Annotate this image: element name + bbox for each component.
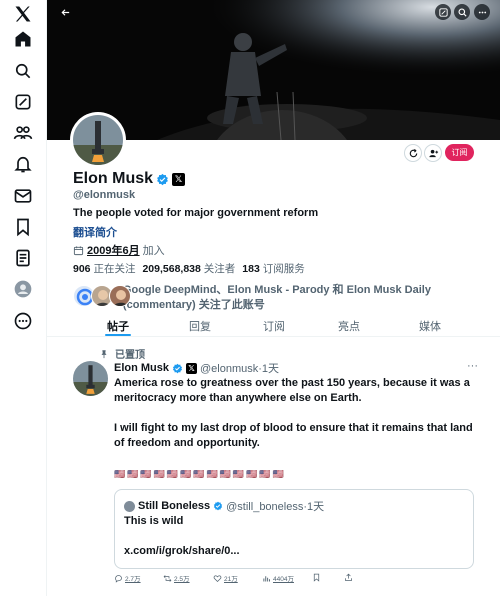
reply-icon <box>115 574 122 583</box>
translate-bio-link[interactable]: 翻译简介 <box>73 224 117 240</box>
follow-notify-button[interactable] <box>424 144 442 162</box>
lists-icon[interactable] <box>12 247 34 269</box>
views-icon <box>263 575 270 581</box>
x-affiliate-badge-icon[interactable]: 𝕏 <box>172 172 186 186</box>
bookmark-button[interactable] <box>312 573 321 582</box>
reply-button[interactable]: 2.7万 <box>114 573 141 583</box>
profile-icon[interactable] <box>12 278 34 300</box>
post-author-avatar[interactable] <box>73 361 108 396</box>
refresh-icon <box>409 148 417 157</box>
follower-avatars <box>73 283 131 311</box>
verified-badge-icon <box>172 363 183 373</box>
profile-tabs: 帖子 回复 订阅 亮点 媒体 <box>47 315 500 337</box>
subscriptions-stat[interactable]: 183 订阅服务 <box>242 261 304 276</box>
following-count: 906 <box>73 263 91 275</box>
post-handle-time[interactable]: @elonmusk·1天 <box>200 360 279 376</box>
left-nav <box>0 0 47 596</box>
more-button[interactable] <box>474 4 490 20</box>
views-count: 4404万 <box>273 576 294 583</box>
followed-by-text: Google DeepMind、Elon Musk - Parody 和 Elo… <box>122 284 431 311</box>
grok-button[interactable] <box>435 4 451 20</box>
profile-avatar[interactable] <box>70 112 126 168</box>
quoted-link[interactable]: x.com/i/grok/share/0... <box>124 545 240 557</box>
post-flags: 🇺🇸🇺🇸🇺🇸🇺🇸🇺🇸🇺🇸🇺🇸🇺🇸🇺🇸🇺🇸🇺🇸🇺🇸🇺🇸 <box>114 469 286 479</box>
profile-bio: The people voted for major government re… <box>73 207 319 219</box>
pinned-indicator: 已置顶 <box>99 346 145 361</box>
active-tab-indicator <box>105 334 131 336</box>
quoted-post[interactable]: Still Boneless @still_boneless·1天 This i… <box>114 489 474 569</box>
quoted-author-name: Still Boneless <box>138 500 211 512</box>
display-name: Elon Musk <box>73 170 154 187</box>
more-circle-icon[interactable] <box>12 310 34 332</box>
repost-count: 2.5万 <box>174 576 190 583</box>
grok-icon <box>438 7 448 17</box>
tab-posts[interactable]: 帖子 <box>105 318 131 334</box>
more-icon <box>478 11 486 13</box>
following-label: 正在关注 <box>93 263 136 275</box>
like-count: 21万 <box>224 576 238 583</box>
communities-icon[interactable] <box>12 122 34 144</box>
profile-column: 订阅 Elon Musk 𝕏 @elonmusk The people vote… <box>47 0 500 596</box>
share-icon <box>345 573 352 581</box>
heart-icon <box>213 574 222 582</box>
post-more-button[interactable]: ··· <box>467 360 478 372</box>
back-button[interactable] <box>57 4 73 20</box>
share-button[interactable] <box>344 573 353 582</box>
x-affiliate-badge-icon: 𝕏 <box>186 362 198 374</box>
repost-icon <box>163 574 172 582</box>
grok-icon[interactable] <box>12 91 34 113</box>
tab-subscriptions[interactable]: 订阅 <box>261 318 287 334</box>
profile-handle: @elonmusk <box>73 189 136 201</box>
pin-icon <box>101 349 107 358</box>
post-paragraph: America rose to greatness over the past … <box>114 377 470 404</box>
post-header: Elon Musk 𝕏 @elonmusk·1天 <box>114 360 279 376</box>
post-paragraph: I will fight to my last drop of blood to… <box>114 422 473 449</box>
tab-highlights[interactable]: 亮点 <box>336 318 362 334</box>
verified-badge-icon <box>213 501 223 511</box>
search-icon <box>457 7 467 17</box>
like-button[interactable]: 21万 <box>213 573 238 583</box>
followers-stat[interactable]: 209,568,838 关注者 <box>142 261 235 276</box>
followers-label: 关注者 <box>203 263 236 275</box>
followed-by[interactable]: Google DeepMind、Elon Musk - Parody 和 Elo… <box>73 283 473 313</box>
pinned-label: 已置顶 <box>115 350 145 361</box>
messages-icon[interactable] <box>12 185 34 207</box>
tab-media[interactable]: 媒体 <box>417 318 443 334</box>
quoted-post-header: Still Boneless @still_boneless·1天 <box>124 498 324 514</box>
joined-date: 2009年6月 加入 <box>73 242 165 258</box>
person-add-icon <box>428 149 438 157</box>
verified-badge-icon[interactable] <box>156 173 169 186</box>
joined-date-value: 2009年6月 <box>87 245 140 257</box>
joined-suffix: 加入 <box>142 245 165 257</box>
post-author-name[interactable]: Elon Musk <box>114 362 169 374</box>
subscriptions-count: 183 <box>242 263 260 275</box>
x-logo-icon[interactable] <box>12 3 34 25</box>
bookmark-icon <box>313 573 320 582</box>
calendar-icon <box>73 245 84 255</box>
tab-replies[interactable]: 回复 <box>187 318 213 334</box>
notifications-icon[interactable] <box>12 153 34 175</box>
search-button[interactable] <box>454 4 470 20</box>
bookmarks-icon[interactable] <box>12 216 34 238</box>
avatar-image <box>73 115 123 165</box>
back-arrow-icon <box>60 8 69 16</box>
home-icon[interactable] <box>12 28 34 50</box>
post-actions: 2.7万 2.5万 21万 4404万 <box>114 573 474 587</box>
profile-name: Elon Musk 𝕏 <box>73 170 186 188</box>
follower-avatar <box>109 285 131 307</box>
search-icon[interactable] <box>12 60 34 82</box>
views-button[interactable]: 4404万 <box>262 573 294 583</box>
repost-button[interactable]: 2.5万 <box>163 573 190 583</box>
post-text: America rose to greatness over the past … <box>114 376 474 466</box>
followers-count: 209,568,838 <box>142 263 201 275</box>
reply-count: 2.7万 <box>125 576 141 583</box>
quoted-handle-time: @still_boneless·1天 <box>226 501 325 513</box>
subscriptions-label: 订阅服务 <box>262 263 305 275</box>
refresh-button[interactable] <box>404 144 422 162</box>
subscribe-button[interactable]: 订阅 <box>445 144 474 161</box>
following-stat[interactable]: 906 正在关注 <box>73 261 135 276</box>
quoted-text: This is wild <box>124 515 184 527</box>
profile-stats: 906 正在关注 209,568,838 关注者 183 订阅服务 <box>73 261 305 276</box>
quoted-author-avatar <box>124 500 135 512</box>
